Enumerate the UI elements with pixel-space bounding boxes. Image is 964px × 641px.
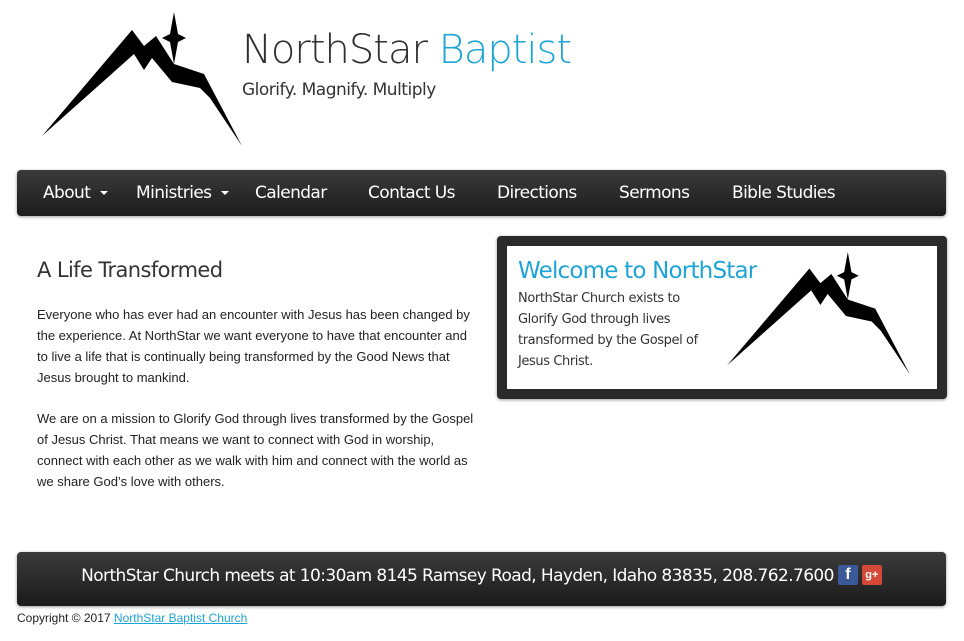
main-heading: A Life Transformed xyxy=(37,258,223,282)
nav-item-ministries[interactable]: Ministries xyxy=(136,170,230,216)
site-tagline: Glorify. Magnify. Multiply xyxy=(242,80,436,100)
main-paragraph: Everyone who has ever had an encounter w… xyxy=(37,307,470,385)
chevron-down-icon xyxy=(100,191,109,195)
facebook-icon[interactable]: f xyxy=(837,565,858,585)
nav-item-about[interactable]: About xyxy=(43,170,109,216)
nav-item-label: Ministries xyxy=(136,183,212,203)
welcome-title: Welcome to NorthStar xyxy=(518,258,757,284)
nav-item-sermons[interactable]: Sermons xyxy=(619,170,690,216)
site-title[interactable]: NorthStar Baptist xyxy=(242,26,572,74)
welcome-box: Welcome to NorthStar NorthStar Church ex… xyxy=(497,236,947,399)
footer-bar: NorthStar Church meets at 10:30am 8145 R… xyxy=(17,552,946,606)
nav-item-bible-studies[interactable]: Bible Studies xyxy=(732,170,836,216)
mountain-star-logo-icon[interactable] xyxy=(40,12,245,157)
welcome-panel: Welcome to NorthStar NorthStar Church ex… xyxy=(507,246,937,389)
main-navbar: About Ministries Calendar Contact Us Dir… xyxy=(17,170,946,216)
welcome-text: NorthStar Church exists to Glorify God t… xyxy=(518,291,698,369)
nav-item-contact-us[interactable]: Contact Us xyxy=(368,170,455,216)
site-header: NorthStar Baptist Glorify. Magnify. Mult… xyxy=(0,0,964,160)
chevron-down-icon xyxy=(221,191,230,195)
site-title-accent: Baptist xyxy=(438,27,572,73)
main-paragraph: We are on a mission to Glorify God throu… xyxy=(37,411,474,489)
site-title-main: NorthStar xyxy=(242,27,428,73)
mountain-star-logo-icon xyxy=(723,252,915,385)
copyright: Copyright © 2017 NorthStar Baptist Churc… xyxy=(17,611,247,625)
google-plus-icon[interactable]: g+ xyxy=(861,565,882,585)
nav-item-label: About xyxy=(43,183,91,203)
copyright-text: Copyright © 2017 xyxy=(17,611,111,625)
footer-meeting-info: NorthStar Church meets at 10:30am 8145 R… xyxy=(81,566,834,586)
nav-item-calendar[interactable]: Calendar xyxy=(255,170,327,216)
nav-item-directions[interactable]: Directions xyxy=(497,170,577,216)
copyright-link[interactable]: NorthStar Baptist Church xyxy=(114,611,247,625)
